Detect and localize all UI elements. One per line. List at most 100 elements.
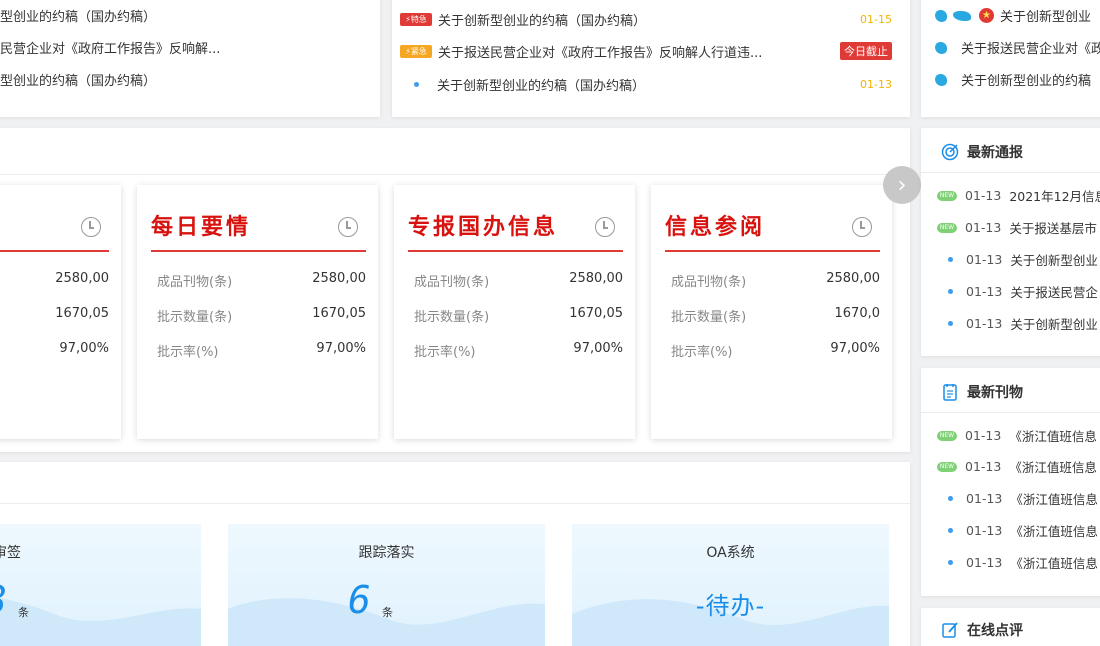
- notepad-icon: [943, 384, 957, 401]
- divider: [0, 503, 910, 504]
- clock-icon: [338, 217, 358, 237]
- deadline-badge: 今日截止: [840, 42, 892, 60]
- map-icon: [935, 41, 947, 54]
- top-middle-notice-panel: ⚡ 特急 关于创新型创业的约稿（国办约稿） 01-15 ⚡ 紧急 关于报送民营企业对…: [392, 0, 910, 117]
- notice-item[interactable]: 民营企业对《政府工作报告》反响解...: [0, 38, 220, 57]
- bullet-icon: [948, 560, 953, 565]
- bullet-icon: [948, 257, 953, 262]
- notice-item[interactable]: 关于创新型创业的约稿（国办约稿） 01-13: [400, 74, 892, 94]
- notice-item[interactable]: 型创业的约稿（国办约稿）: [0, 70, 156, 89]
- clock-icon: [81, 217, 101, 237]
- urgent-tag: ⚡ 紧急: [400, 44, 432, 58]
- card-title: 专报国办信息: [408, 214, 559, 240]
- new-badge: NEW: [937, 430, 957, 441]
- stat-items: 2580,00: [569, 271, 623, 286]
- task-card-sign[interactable]: 成刊审签 8 条: [0, 524, 201, 646]
- divider: [921, 172, 1100, 173]
- stat-card-reference[interactable]: 信息参阅 成品刊物(条) 2580,00 批示数量(条) 1670,0 批示率(%)…: [651, 185, 892, 439]
- stat-rate: 97,00%: [59, 341, 109, 356]
- stats-panel: 成品刊物(条)2580,00 批示数量(条)1670,05 批示率(%)97,0…: [0, 128, 910, 452]
- stat-approved: 1670,0: [834, 306, 881, 321]
- bullet-icon: [414, 81, 419, 87]
- edit-icon: [942, 622, 958, 638]
- task-name: 成刊审签: [0, 545, 21, 561]
- latest-bulletin-panel: 最新通报 NEW 01-13 2021年12月信息 NEW 01-13 关于报送基层市 …: [921, 128, 1100, 356]
- stat-approved: 1670,05: [569, 306, 623, 321]
- task-card-track[interactable]: 跟踪落实 6 条: [228, 524, 545, 646]
- top-right-notice-panel: ★ 关于创新型创业 关于报送民营企业对《政 关于创新型创业的约稿: [921, 0, 1100, 117]
- notice-item[interactable]: 型创业的约稿（国办约稿）: [0, 6, 156, 25]
- notice-text: 关于创新型创业的约稿（国办约稿）: [437, 78, 646, 94]
- divider: [0, 250, 109, 252]
- star-badge-icon: ★: [979, 8, 994, 23]
- list-item[interactable]: 01-13 关于创新型创业: [937, 250, 1098, 269]
- bullet-icon: [948, 289, 953, 294]
- stat-approved: 1670,05: [312, 306, 366, 321]
- next-arrow-button[interactable]: ›: [883, 166, 921, 204]
- panel-header[interactable]: 在线点评: [941, 620, 1023, 640]
- stat-card-report[interactable]: 专报国办信息 成品刊物(条) 2580,00 批示数量(条) 1670,05 批示率…: [394, 185, 635, 439]
- list-item[interactable]: 01-13 关于创新型创业: [937, 314, 1098, 333]
- notice-item[interactable]: ⚡ 紧急 关于报送民营企业对《政府工作报告》反响解人行道违... 今日截止: [400, 41, 892, 61]
- notice-item[interactable]: 关于报送民营企业对《政: [935, 38, 1100, 57]
- new-badge: NEW: [937, 190, 957, 201]
- task-unit: 条: [18, 606, 29, 619]
- notice-item[interactable]: 关于创新型创业的约稿: [935, 70, 1091, 89]
- stat-items: 2580,00: [826, 271, 880, 286]
- divider: [151, 250, 366, 252]
- target-icon: [941, 143, 959, 161]
- task-count: 8: [0, 578, 7, 622]
- new-badge: NEW: [937, 222, 957, 233]
- map-icon: [953, 10, 971, 21]
- list-item[interactable]: NEW 01-13 2021年12月信息: [937, 186, 1100, 205]
- tasks-panel: 成刊审签 8 条 跟踪落实 6 条 OA系统 -待办-: [0, 462, 910, 646]
- clock-icon: [852, 217, 872, 237]
- latest-publications-panel: 最新刊物 NEW 01-13 《浙江值班信息 NEW 01-13 《浙江值班信息 01-…: [921, 368, 1100, 596]
- task-name: 跟踪落实: [358, 545, 415, 561]
- stat-card-daily[interactable]: 每日要情 成品刊物(条) 2580,00 批示数量(条) 1670,05 批示率(%…: [137, 185, 378, 439]
- map-icon: [935, 73, 947, 86]
- stat-items: 2580,00: [55, 271, 109, 286]
- list-item[interactable]: 01-13 《浙江值班信息: [937, 553, 1098, 572]
- list-item[interactable]: 01-13 《浙江值班信息: [937, 521, 1098, 540]
- panel-header: 最新通报: [941, 142, 1023, 162]
- stat-card[interactable]: 成品刊物(条)2580,00 批示数量(条)1670,05 批示率(%)97,0…: [0, 185, 121, 439]
- task-card-oa[interactable]: OA系统 -待办-: [572, 524, 889, 646]
- bullet-icon: [948, 528, 953, 533]
- divider: [665, 250, 880, 252]
- task-name: OA系统: [706, 545, 755, 561]
- stat-approved: 1670,05: [55, 306, 109, 321]
- list-item[interactable]: 01-13 关于报送民营企: [937, 282, 1098, 301]
- notice-item[interactable]: ★ 关于创新型创业: [935, 6, 1091, 25]
- task-unit: 条: [382, 606, 393, 619]
- stat-rate: 97,00%: [316, 341, 366, 356]
- bullet-icon: [948, 496, 953, 501]
- online-comment-panel: 在线点评: [921, 608, 1100, 646]
- bullet-icon: [948, 321, 953, 326]
- map-icon: [935, 9, 947, 22]
- divider: [408, 250, 623, 252]
- notice-date: 01-13: [860, 77, 892, 91]
- new-badge: NEW: [937, 461, 957, 472]
- card-title: 每日要情: [151, 214, 252, 240]
- top-left-notice-panel: 型创业的约稿（国办约稿） 民营企业对《政府工作报告》反响解... 型创业的约稿（…: [0, 0, 380, 117]
- task-count: 6: [348, 578, 371, 622]
- divider: [921, 412, 1100, 413]
- notice-date: 01-15: [860, 12, 892, 26]
- notice-item[interactable]: ⚡ 特急 关于创新型创业的约稿（国办约稿） 01-15: [400, 9, 892, 29]
- card-title: 信息参阅: [665, 214, 766, 240]
- notice-text: 关于创新型创业的约稿（国办约稿）: [438, 13, 647, 29]
- notice-text: 关于报送民营企业对《政府工作报告》反响解人行道违...: [438, 45, 763, 61]
- clock-icon: [595, 217, 615, 237]
- list-item[interactable]: NEW 01-13 《浙江值班信息: [937, 426, 1097, 445]
- urgent-tag: ⚡ 特急: [400, 12, 432, 26]
- list-item[interactable]: NEW 01-13 《浙江值班信息: [937, 457, 1097, 476]
- stat-rate: 97,00%: [830, 341, 880, 356]
- wave-decoration: [0, 598, 201, 646]
- list-item[interactable]: 01-13 《浙江值班信息: [937, 489, 1098, 508]
- stat-rate: 97,00%: [573, 341, 623, 356]
- list-item[interactable]: NEW 01-13 关于报送基层市: [937, 218, 1097, 237]
- pending-label: -待办-: [695, 592, 766, 620]
- stat-items: 2580,00: [312, 271, 366, 286]
- divider: [0, 174, 910, 175]
